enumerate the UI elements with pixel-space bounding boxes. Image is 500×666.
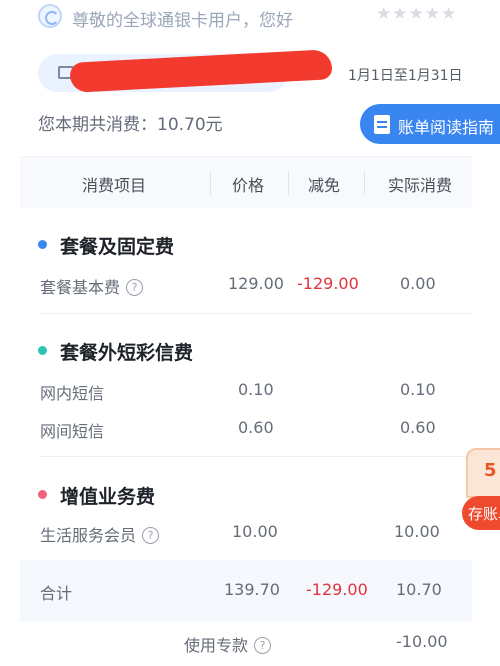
item-price: 0.60: [238, 418, 274, 437]
section-title-text: 套餐及固定费: [60, 236, 175, 258]
save-bill-label: 存账单: [462, 496, 500, 530]
section-dot: [38, 240, 47, 249]
usage-row: 使用专款? -10.00: [20, 632, 472, 662]
account-row: 1月1日至1月31日: [0, 48, 500, 98]
total-consumption: 您本期共消费：10.70元: [38, 115, 223, 135]
document-icon: [374, 115, 390, 134]
table-row: 生活服务会员? 10.00 10.00: [20, 522, 472, 552]
bill-guide-button[interactable]: 账单阅读指南: [360, 104, 500, 144]
bill-table: 消费项目 价格 减免 实际消费 套餐及固定费 套餐基本费? 129.00 -12…: [20, 156, 472, 666]
section-title: 套餐及固定费: [38, 232, 175, 259]
item-name-text: 套餐基本费: [40, 278, 121, 297]
item-name: 网间短信: [40, 422, 105, 441]
item-actual: 0.10: [400, 380, 436, 399]
usage-label: 使用专款?: [184, 632, 272, 656]
table-header: 消费项目 价格 减免 实际消费: [20, 156, 472, 208]
summary-label: 合计: [40, 584, 73, 603]
help-icon[interactable]: ?: [254, 637, 272, 654]
brand-logo-icon: [38, 4, 62, 28]
item-price: 0.10: [238, 380, 274, 399]
divider: [40, 456, 472, 457]
summary-discount: -129.00: [306, 580, 368, 599]
help-icon[interactable]: ?: [142, 527, 160, 544]
item-name: 网内短信: [40, 384, 105, 403]
badge-top: 5: [466, 448, 500, 498]
usage-actual: -10.00: [396, 632, 448, 651]
column-header: 减免: [308, 176, 341, 195]
summary-actual: 10.70: [396, 580, 442, 599]
item-name-text: 生活服务会员: [40, 526, 137, 545]
item-price: 129.00: [228, 274, 284, 293]
item-actual: 10.00: [394, 522, 440, 541]
section-title: 套餐外短彩信费: [38, 338, 194, 365]
bill-card: 尊敬的全球通银卡用户，您好 ★★★★★ 1月1日至1月31日 您本期共消费：10…: [0, 0, 500, 666]
column-header: 价格: [232, 176, 265, 195]
item-name: 生活服务会员?: [40, 522, 160, 546]
section-title-text: 增值业务费: [60, 486, 156, 508]
bill-guide-label: 账单阅读指南: [398, 118, 495, 137]
column-header: 实际消费: [388, 176, 453, 195]
section-dot: [38, 346, 47, 355]
usage-label-text: 使用专款: [184, 636, 249, 655]
save-bill-float-button[interactable]: 5 存账单: [462, 448, 500, 530]
item-price: 10.00: [232, 522, 278, 541]
table-row: 网间短信 0.60 0.60: [20, 418, 472, 448]
item-discount: -129.00: [297, 274, 359, 293]
summary-price: 139.70: [224, 580, 280, 599]
divider: [40, 313, 472, 314]
star-rating: ★★★★★: [376, 4, 458, 24]
section-dot: [38, 490, 47, 499]
item-actual: 0.00: [400, 274, 436, 293]
greeting-text: 尊敬的全球通银卡用户，您好: [72, 11, 293, 31]
help-icon[interactable]: ?: [126, 279, 144, 296]
item-actual: 0.60: [400, 418, 436, 437]
summary-row: 合计 139.70 -129.00 10.70: [20, 560, 472, 622]
greeting-row: 尊敬的全球通银卡用户，您好 ★★★★★: [0, 0, 500, 34]
item-name: 套餐基本费?: [40, 274, 144, 298]
billing-date-range: 1月1日至1月31日: [348, 68, 463, 84]
column-header: 消费项目: [82, 176, 147, 195]
section-title: 增值业务费: [38, 482, 156, 509]
table-row: 套餐基本费? 129.00 -129.00 0.00: [20, 274, 472, 304]
table-row: 网内短信 0.10 0.10: [20, 380, 472, 410]
section-title-text: 套餐外短彩信费: [60, 342, 194, 364]
